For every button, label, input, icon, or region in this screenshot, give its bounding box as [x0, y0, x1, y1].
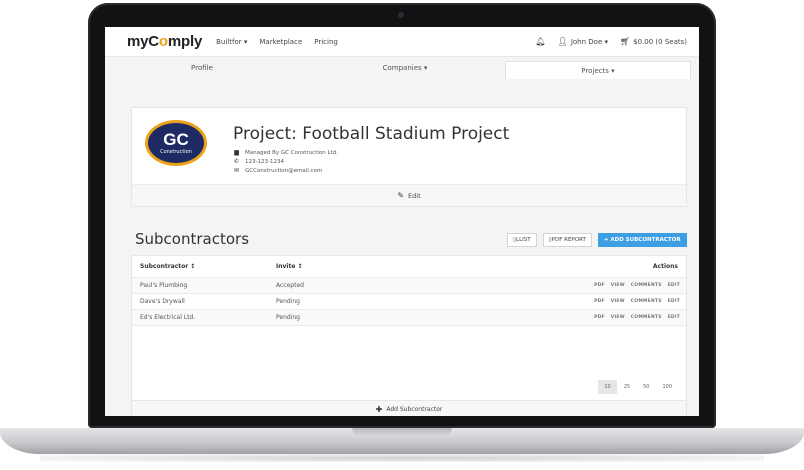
user-icon: 👤︎: [557, 36, 568, 46]
laptop-shadow: [40, 454, 764, 462]
list-button[interactable]: ▯LLIST: [507, 233, 537, 247]
plus-icon: ✚: [375, 404, 383, 414]
add-subcontractor-button[interactable]: + ADD SUBCONTRACTOR: [597, 233, 687, 247]
camera-dot: [398, 12, 404, 18]
table-row: Ed's Electrical Ltd. Pending PDF VIEW CO…: [132, 310, 686, 326]
row-actions: PDF VIEW COMMENTS EDIT: [594, 299, 680, 304]
brand-logo[interactable]: myComply: [127, 33, 202, 50]
page-size-50[interactable]: 50: [637, 380, 656, 394]
tab-projects[interactable]: Projects ▾: [505, 61, 691, 79]
cell-invite: Pending: [276, 314, 300, 321]
brand-part: myC: [127, 33, 159, 50]
pdf-report-button[interactable]: ▯PDF REPORT: [542, 233, 592, 247]
edit-action[interactable]: EDIT: [668, 315, 680, 320]
row-actions: PDF VIEW COMMENTS EDIT: [594, 315, 680, 320]
laptop-notch: [352, 428, 452, 436]
user-name: John Doe ▾: [570, 37, 608, 46]
edit-action[interactable]: EDIT: [668, 299, 680, 304]
cell-subcontractor: Dave's Drywall: [140, 298, 185, 305]
project-card: GC Construction Project: Football Stadiu…: [131, 107, 687, 207]
tab-companies[interactable]: Companies ▾: [305, 57, 505, 79]
add-subcontractor-label: Add Subcontractor: [386, 406, 443, 413]
cell-invite: Pending: [276, 298, 300, 305]
header-invite[interactable]: Invite ↕: [276, 263, 303, 270]
edit-project-button[interactable]: ✎ Edit: [132, 184, 686, 206]
header-actions: Actions: [652, 263, 678, 270]
building-icon: ▆: [234, 149, 239, 156]
cell-subcontractor: Ed's Electrical Ltd.: [140, 314, 196, 321]
comments-action[interactable]: COMMENTS: [631, 299, 662, 304]
page-size-100[interactable]: 100: [656, 380, 678, 394]
comments-action[interactable]: COMMENTS: [631, 315, 662, 320]
pdf-action[interactable]: PDF: [594, 315, 605, 320]
pdf-action[interactable]: PDF: [594, 283, 605, 288]
table-row: Paul's Plumbing Accepted PDF VIEW COMMEN…: [132, 278, 686, 294]
cell-invite: Accepted: [276, 282, 304, 289]
managed-by-row: ▆ Managed By GC Construction Ltd.: [233, 149, 338, 157]
header-subcontractor[interactable]: Subcontractor ↕: [140, 263, 195, 270]
laptop-base: [0, 428, 804, 454]
top-navbar: myComply Builtfor ▾ Marketplace Pricing …: [105, 27, 699, 57]
bell-icon: 🔔︎: [535, 36, 546, 46]
cell-subcontractor: Paul's Plumbing: [140, 282, 188, 289]
subcontractors-table: Subcontractor ↕ Invite ↕ Actions Paul's …: [131, 255, 687, 401]
email-text[interactable]: GCConstruction@email.com: [245, 168, 322, 174]
brand-accent-letter: o: [158, 33, 168, 50]
list-label: LLIST: [516, 237, 531, 243]
cart-icon: 🛒︎: [620, 36, 631, 46]
table-row: Dave's Drywall Pending PDF VIEW COMMENTS…: [132, 294, 686, 310]
view-action[interactable]: VIEW: [611, 299, 625, 304]
user-menu[interactable]: 👤︎ John Doe ▾: [557, 36, 608, 46]
subcontractor-toolbar: ▯LLIST ▯PDF REPORT + ADD SUBCONTRACTOR: [507, 233, 687, 247]
screen: myComply Builtfor ▾ Marketplace Pricing …: [105, 27, 699, 416]
nav-builtfor[interactable]: Builtfor ▾: [216, 38, 247, 46]
pdf-report-label: PDF REPORT: [551, 237, 586, 243]
logo-initials: GC: [163, 130, 189, 149]
email-row: ✉ GCConstruction@email.com: [233, 167, 322, 175]
laptop-frame: myComply Builtfor ▾ Marketplace Pricing …: [0, 0, 804, 470]
table-header: Subcontractor ↕ Invite ↕ Actions: [132, 256, 686, 278]
tab-profile[interactable]: Profile: [105, 57, 305, 79]
pdf-action[interactable]: PDF: [594, 299, 605, 304]
laptop-lid: myComply Builtfor ▾ Marketplace Pricing …: [88, 3, 716, 428]
phone-text: 123-123-1234: [245, 159, 284, 165]
edit-label: Edit: [408, 191, 421, 200]
page-size-selector: 10 25 50 100: [598, 380, 678, 394]
add-subcontractor-row-button[interactable]: ✚ Add Subcontractor: [131, 401, 687, 416]
view-action[interactable]: VIEW: [611, 283, 625, 288]
page-size-25[interactable]: 25: [617, 380, 637, 394]
section-tabs: Profile Companies ▾ Projects ▾: [105, 57, 699, 79]
phone-row: ✆ 123-123-1234: [233, 158, 284, 166]
edit-action[interactable]: EDIT: [668, 283, 680, 288]
nav-marketplace[interactable]: Marketplace: [259, 38, 302, 46]
project-title: Project: Football Stadium Project: [233, 124, 510, 144]
company-logo: GC Construction: [145, 120, 207, 166]
envelope-icon: ✉: [233, 167, 240, 174]
comments-action[interactable]: COMMENTS: [631, 283, 662, 288]
page-size-10[interactable]: 10: [598, 380, 617, 394]
view-action[interactable]: VIEW: [611, 315, 625, 320]
cart-button[interactable]: 🛒︎ $0.00 (0 Seats): [620, 36, 687, 46]
logo-subtext: Construction: [160, 149, 192, 155]
cart-total: $0.00 (0 Seats): [633, 37, 687, 46]
phone-icon: ✆: [233, 158, 240, 165]
subcontractors-heading: Subcontractors: [135, 230, 250, 248]
notifications-button[interactable]: 🔔︎: [535, 36, 546, 46]
managed-by-text: Managed By GC Construction Ltd.: [245, 150, 338, 156]
brand-part: mply: [167, 33, 203, 50]
pencil-icon: ✎: [397, 190, 405, 200]
row-actions: PDF VIEW COMMENTS EDIT: [594, 283, 680, 288]
nav-pricing[interactable]: Pricing: [314, 38, 338, 46]
